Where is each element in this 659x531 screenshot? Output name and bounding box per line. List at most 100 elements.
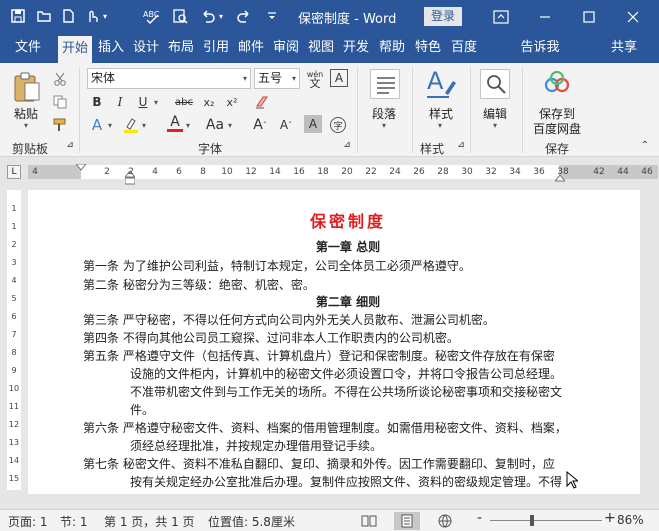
tab-view[interactable]: 视图 xyxy=(305,33,337,63)
new-doc-icon[interactable] xyxy=(58,6,78,26)
status-position[interactable]: 位置值: 5.8厘米 xyxy=(208,513,295,530)
status-page-count[interactable]: 第 1 页，共 1 页 xyxy=(104,513,195,530)
character-border-icon[interactable]: A xyxy=(330,69,348,87)
horizontal-ruler[interactable]: 4 2 2 4 6 8 10 12 14 16 18 20 22 24 26 28 30 32 34 36 38 42 44… xyxy=(28,163,658,185)
tell-me-search[interactable]: 告诉我 xyxy=(518,33,562,63)
find-magnifier-icon[interactable] xyxy=(480,69,510,99)
text-effects-icon[interactable]: A xyxy=(87,115,107,135)
bold-icon[interactable]: B xyxy=(87,92,107,112)
ruler-number: 42 xyxy=(593,167,605,177)
underline-dropdown-icon[interactable]: ▾ xyxy=(154,98,158,107)
group-separator xyxy=(79,67,80,153)
paragraph-label[interactable]: 段落 xyxy=(372,105,396,122)
tab-selector-icon[interactable]: L xyxy=(7,165,21,179)
spelling-check-icon[interactable]: ABC xyxy=(142,6,162,26)
superscript-icon[interactable]: x² xyxy=(222,92,242,112)
zoom-in-button[interactable]: + xyxy=(604,510,616,526)
copy-icon[interactable] xyxy=(50,92,70,112)
save-icon[interactable] xyxy=(8,6,28,26)
paragraph-icon[interactable] xyxy=(370,69,400,99)
tab-developer[interactable]: 开发 xyxy=(340,33,372,63)
font-size-select[interactable]: 五号 ▾ xyxy=(254,68,300,89)
font-color-icon[interactable]: A xyxy=(165,113,185,133)
document-page[interactable]: 保密制度 第一章 总则 第一条 为了维护公司利益，特制订本规定，公司全体员工必须… xyxy=(28,190,640,494)
tab-file[interactable]: 文件 xyxy=(8,33,48,63)
tab-references[interactable]: 引用 xyxy=(200,33,232,63)
change-case-dropdown-icon[interactable]: ▾ xyxy=(228,121,232,130)
login-button[interactable]: 登录 xyxy=(424,7,462,26)
format-painter-icon[interactable] xyxy=(50,115,70,135)
editing-dropdown-icon[interactable]: ▾ xyxy=(493,121,497,130)
svg-text:字: 字 xyxy=(334,120,343,132)
text-effects-dropdown-icon[interactable]: ▾ xyxy=(108,121,112,130)
font-size-dropdown-icon[interactable]: ▾ xyxy=(292,69,296,88)
redo-icon[interactable] xyxy=(234,6,254,26)
enclose-characters-icon[interactable]: 字 xyxy=(328,115,348,135)
font-name-dropdown-icon[interactable]: ▾ xyxy=(243,69,247,88)
vertical-scrollbar[interactable] xyxy=(640,190,659,494)
italic-icon[interactable]: I xyxy=(110,92,130,112)
zoom-level[interactable]: 86% xyxy=(617,513,644,527)
paste-label[interactable]: 粘贴 xyxy=(14,105,38,122)
tab-insert[interactable]: 插入 xyxy=(95,33,127,63)
undo-icon[interactable] xyxy=(198,6,218,26)
status-page[interactable]: 页面: 1 xyxy=(8,513,48,530)
font-name-select[interactable]: 宋体 ▾ xyxy=(87,68,251,89)
editing-label[interactable]: 编辑 xyxy=(483,105,507,122)
collapse-ribbon-icon[interactable]: ⌃ xyxy=(638,139,652,151)
character-shading-icon[interactable]: A xyxy=(304,115,322,133)
change-case-icon[interactable]: Aa xyxy=(205,115,225,135)
tab-design[interactable]: 设计 xyxy=(130,33,162,63)
zoom-slider[interactable] xyxy=(490,520,602,521)
styles-dropdown-icon[interactable]: ▾ xyxy=(438,121,442,130)
save-to-baidu-line2[interactable]: 百度网盘 xyxy=(533,120,581,137)
tab-review[interactable]: 审阅 xyxy=(270,33,302,63)
highlight-icon[interactable] xyxy=(121,115,141,135)
paste-icon[interactable] xyxy=(12,71,42,106)
highlight-dropdown-icon[interactable]: ▾ xyxy=(142,121,146,130)
clear-formatting-icon[interactable] xyxy=(252,92,272,112)
ribbon-display-options-icon[interactable] xyxy=(479,0,523,33)
underline-icon[interactable]: U xyxy=(133,92,153,112)
touch-mode-icon[interactable] xyxy=(82,6,102,26)
open-folder-icon[interactable] xyxy=(34,6,54,26)
zoom-out-button[interactable]: - xyxy=(477,510,482,526)
minimize-icon[interactable] xyxy=(523,0,567,33)
touch-dropdown-icon[interactable]: ▾ xyxy=(100,6,110,26)
undo-dropdown-icon[interactable]: ▾ xyxy=(216,6,226,26)
share-button[interactable]: 共享 xyxy=(608,33,640,63)
shrink-font-icon[interactable]: Aˇ xyxy=(276,115,296,135)
tab-baidu[interactable]: 百度 xyxy=(448,33,480,63)
strikethrough-icon[interactable]: abc xyxy=(172,92,196,112)
phonetic-guide-button[interactable]: wén 文 xyxy=(304,68,326,90)
font-color-dropdown-icon[interactable]: ▾ xyxy=(186,121,190,130)
tab-home[interactable]: 开始 xyxy=(58,36,92,63)
styles-icon[interactable]: A xyxy=(425,67,457,104)
print-preview-icon[interactable] xyxy=(170,6,190,26)
read-mode-icon[interactable] xyxy=(361,514,377,531)
styles-launcher-icon[interactable]: ⊿ xyxy=(455,139,467,151)
clipboard-launcher-icon[interactable]: ⊿ xyxy=(64,139,76,151)
tab-layout[interactable]: 布局 xyxy=(165,33,197,63)
font-launcher-icon[interactable]: ⊿ xyxy=(341,139,353,151)
paste-dropdown-icon[interactable]: ▾ xyxy=(24,121,28,130)
close-icon[interactable] xyxy=(611,0,655,33)
customize-toolbar-icon[interactable] xyxy=(262,6,282,26)
cut-icon[interactable] xyxy=(50,69,70,89)
first-line-indent-marker-icon[interactable] xyxy=(74,161,88,175)
status-section[interactable]: 节: 1 xyxy=(60,513,88,530)
web-layout-icon[interactable] xyxy=(437,514,453,531)
tab-mailings[interactable]: 邮件 xyxy=(235,33,267,63)
grow-font-icon[interactable]: Aˆ xyxy=(250,115,270,135)
phonetic-guide-char-icon: 文 xyxy=(309,77,321,90)
vertical-ruler[interactable]: 1 1 2 3 4 5 6 7 8 9 10 11 12 13 14 15 xyxy=(7,190,21,490)
maximize-icon[interactable] xyxy=(567,0,611,33)
paragraph-dropdown-icon[interactable]: ▾ xyxy=(382,121,386,130)
print-layout-icon[interactable] xyxy=(394,512,420,530)
zoom-slider-thumb[interactable] xyxy=(530,515,534,526)
tab-help[interactable]: 帮助 xyxy=(376,33,408,63)
baidu-netdisk-icon[interactable] xyxy=(542,70,572,100)
subscript-icon[interactable]: x₂ xyxy=(199,92,219,112)
tab-features[interactable]: 特色 xyxy=(412,33,444,63)
styles-label[interactable]: 样式 xyxy=(429,105,453,122)
